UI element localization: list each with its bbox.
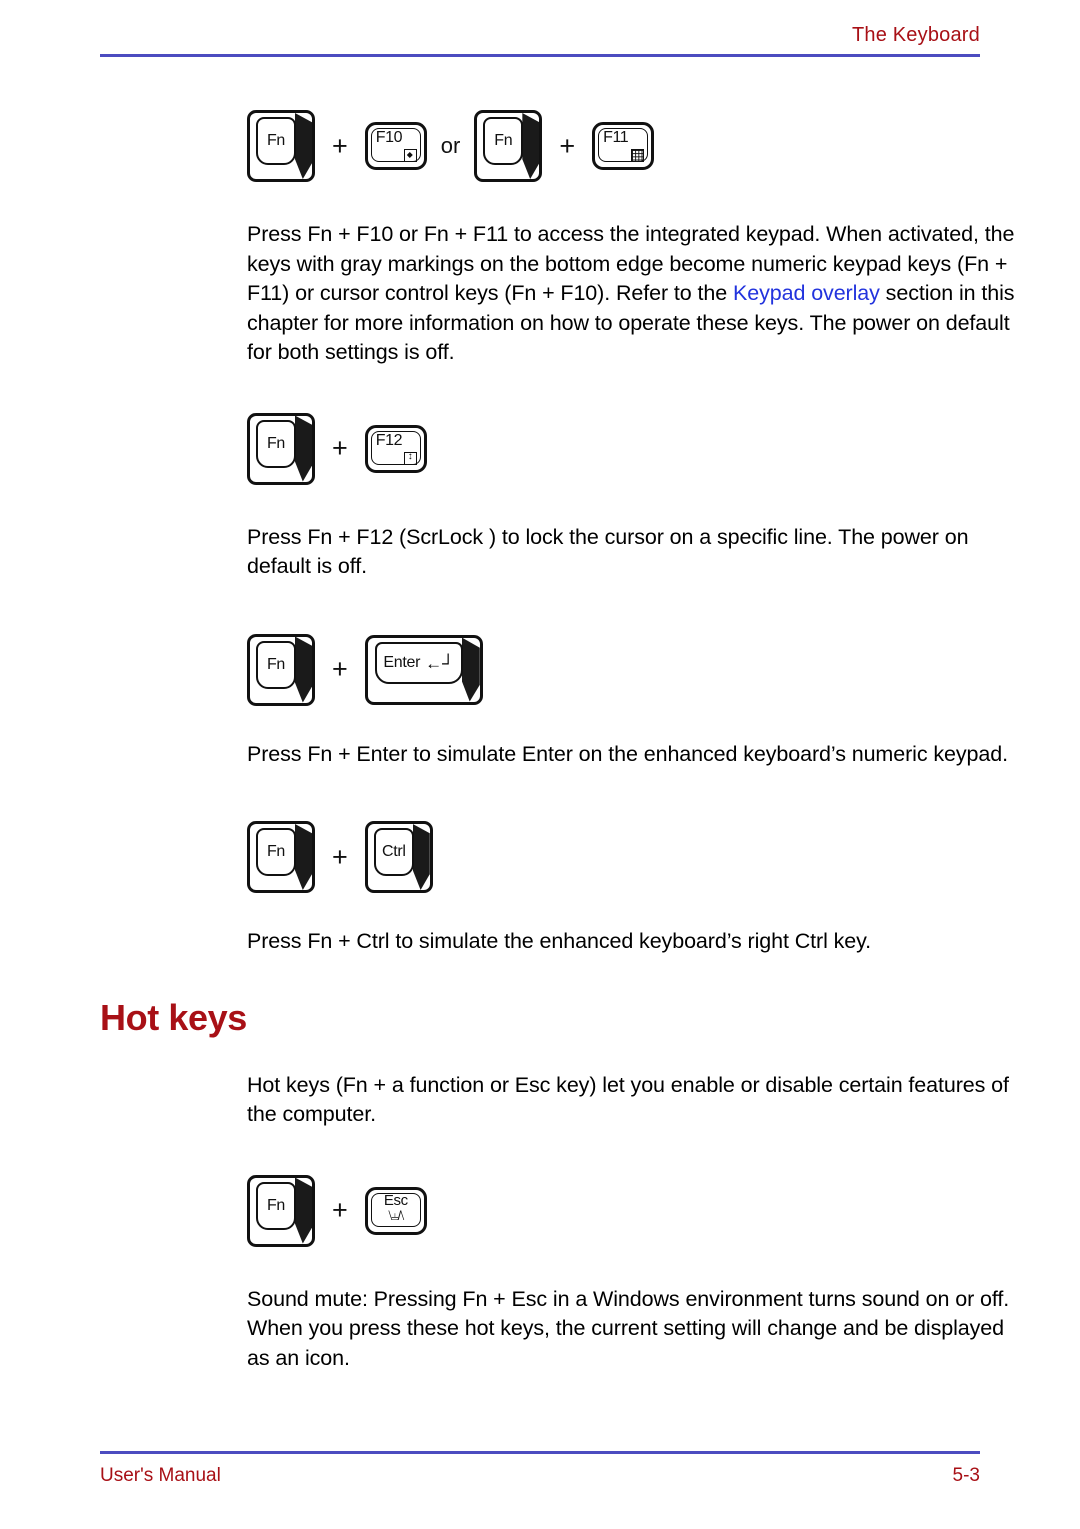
key-label: Ctrl bbox=[381, 843, 406, 860]
key-label: F10 bbox=[375, 129, 403, 146]
key-combo-enter: Fn + Enter ←┘ bbox=[247, 629, 1080, 711]
key-fn: Fn bbox=[474, 110, 543, 182]
section-heading-hot-keys: Hot keys bbox=[100, 996, 247, 1038]
key-label: F12 bbox=[375, 431, 403, 449]
page-header-title: The Keyboard bbox=[851, 24, 980, 46]
paragraph-sound-mute: Sound mute: Pressing Fn + Esc in a Windo… bbox=[247, 1286, 1010, 1370]
key-label: Enter bbox=[383, 653, 421, 671]
key-enter: Enter ←┘ bbox=[364, 634, 483, 705]
footer-divider bbox=[100, 1451, 980, 1454]
page-footer: User's Manual 5-3 bbox=[100, 1451, 980, 1487]
paragraph-enter: Press Fn + Enter to simulate Enter on th… bbox=[247, 741, 1008, 766]
key-fn: Fn bbox=[247, 1174, 315, 1247]
key-ctrl: Ctrl bbox=[364, 821, 433, 893]
scroll-lock-icon bbox=[403, 451, 417, 465]
footer-document-title: User's Manual bbox=[100, 1465, 221, 1486]
key-label: Fn bbox=[266, 132, 286, 149]
key-label: Fn bbox=[266, 434, 286, 452]
or-separator: or bbox=[440, 133, 461, 158]
page-header: The Keyboard bbox=[100, 22, 980, 57]
paragraph-keypad-overlay: Press Fn + F10 or Fn + F11 to access the… bbox=[247, 220, 1020, 368]
key-fn: Fn bbox=[247, 633, 315, 706]
key-label: Esc bbox=[383, 1191, 408, 1209]
numeric-keypad-icon bbox=[631, 149, 645, 162]
key-esc: Esc ⧵⫨/⧵ bbox=[364, 1186, 427, 1235]
enter-arrow-icon: ←┘ bbox=[425, 653, 455, 673]
key-label: F11 bbox=[603, 129, 629, 146]
key-label: Fn bbox=[494, 132, 513, 149]
key-label: Fn bbox=[266, 655, 286, 673]
plus-sign: + bbox=[559, 130, 576, 161]
plus-sign: + bbox=[332, 1195, 348, 1225]
key-combo-keypad-overlay: Fn + F10 or Fn + F11 bbox=[247, 105, 1080, 187]
key-combo-scrlock: Fn + F12 bbox=[247, 408, 1080, 490]
keypad-overlay-link[interactable]: Keypad overlay bbox=[733, 281, 880, 305]
key-f11: F11 bbox=[592, 122, 655, 170]
paragraph-scrlock: Press Fn + F12 (ScrLock ) to lock the cu… bbox=[247, 524, 969, 579]
plus-sign: + bbox=[332, 841, 348, 872]
key-fn: Fn bbox=[247, 412, 315, 485]
key-fn: Fn bbox=[247, 110, 315, 182]
header-divider bbox=[100, 54, 980, 57]
sound-mute-icon: ⧵⫨/⧵ bbox=[388, 1207, 404, 1223]
page-content: Fn + F10 or Fn + F11 Press Fn + F10 or F… bbox=[0, 105, 1080, 1373]
key-combo-mute: Fn + Esc ⧵⫨/⧵ bbox=[247, 1170, 1080, 1252]
key-f10: F10 bbox=[364, 122, 427, 170]
paragraph-hotkeys-intro: Hot keys (Fn + a function or Esc key) le… bbox=[247, 1072, 1009, 1127]
key-f12: F12 bbox=[364, 424, 427, 473]
plus-sign: + bbox=[332, 654, 348, 684]
paragraph-ctrl: Press Fn + Ctrl to simulate the enhanced… bbox=[247, 929, 872, 953]
cursor-control-icon bbox=[403, 149, 417, 162]
plus-sign: + bbox=[332, 433, 348, 463]
footer-page-number: 5-3 bbox=[952, 1465, 980, 1486]
key-combo-ctrl: Fn + Ctrl bbox=[247, 816, 1080, 898]
key-label: Fn bbox=[266, 1196, 286, 1214]
key-label: Fn bbox=[266, 843, 286, 860]
key-fn: Fn bbox=[247, 821, 315, 893]
plus-sign: + bbox=[332, 130, 348, 161]
